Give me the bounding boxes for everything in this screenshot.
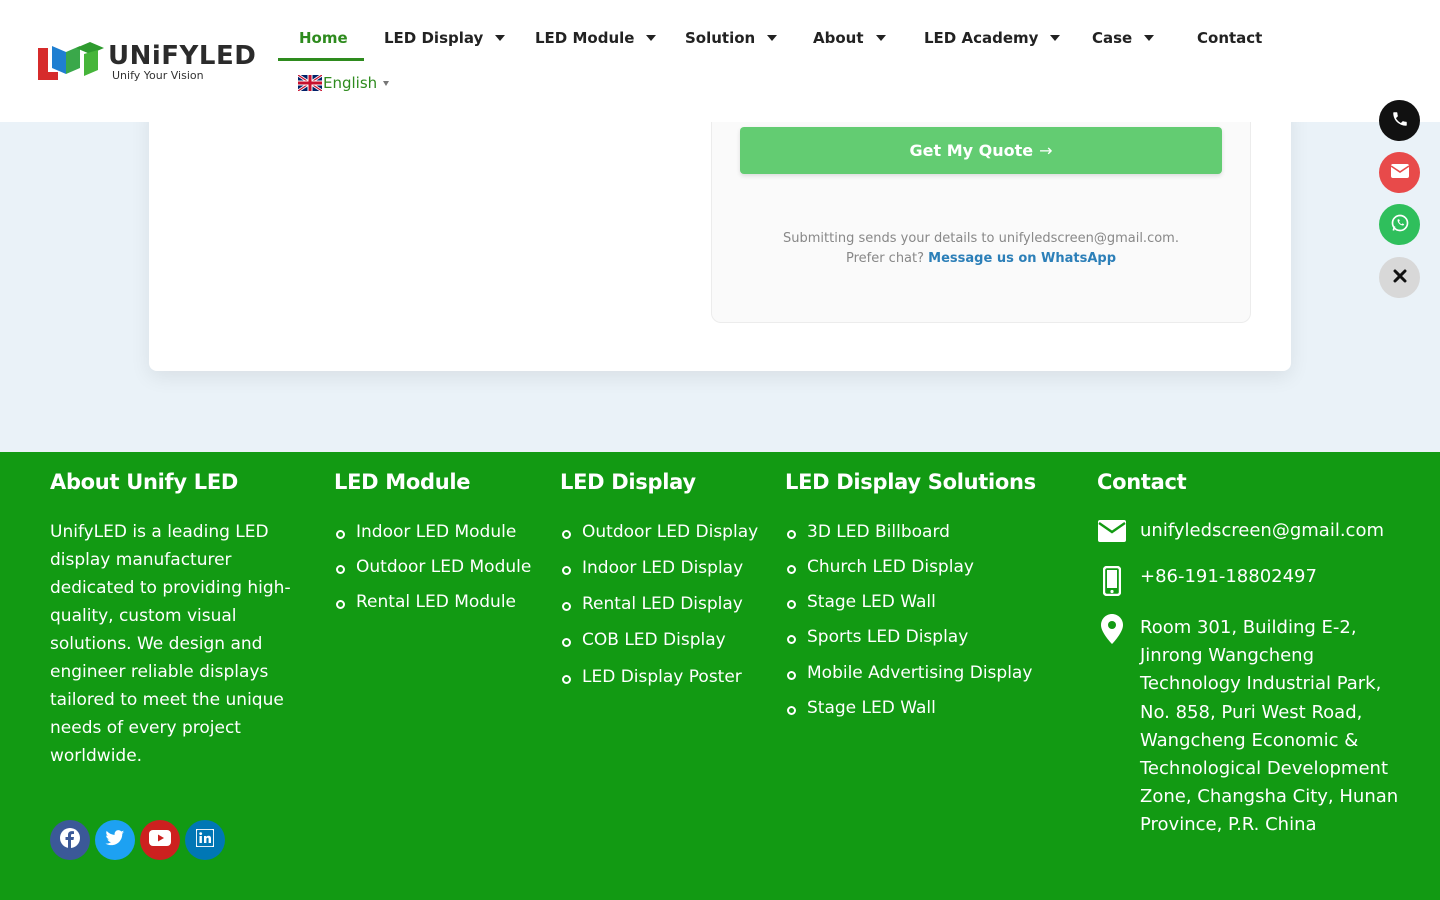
whatsapp-icon [1390,213,1410,237]
get-my-quote-button[interactable]: Get My Quote → [740,127,1222,174]
site-footer: About Unify LED UnifyLED is a leading LE… [0,452,1440,900]
nav-about-label: About [813,29,864,47]
footer-link[interactable]: Indoor LED Display [560,558,743,578]
footer-link[interactable]: Rental LED Display [560,594,743,614]
nav-led-academy-label: LED Academy [924,29,1039,47]
whatsapp-fab[interactable] [1379,204,1420,245]
nav-led-academy[interactable]: LED Academy [924,16,1061,60]
footer-link[interactable]: Outdoor LED Module [334,557,531,577]
close-icon [1393,268,1407,287]
nav-led-module[interactable]: LED Module [535,16,657,60]
nav-case[interactable]: Case [1092,16,1155,60]
caret-down-icon [495,35,506,41]
twitter-link[interactable] [95,820,135,860]
footer-link[interactable]: Indoor LED Module [334,522,516,542]
nav-contact[interactable]: Contact [1197,16,1262,60]
nav-led-display-label: LED Display [384,29,484,47]
nav-home-label: Home [299,29,348,47]
brand-logo[interactable]: UNiFYLED Unify Your Vision [36,42,256,82]
envelope-icon [1097,520,1127,542]
close-fab[interactable] [1379,257,1420,298]
footer-link[interactable]: Church LED Display [785,557,974,577]
footer-about-text: UnifyLED is a leading LED display manufa… [50,522,291,766]
footer-link[interactable]: 3D LED Billboard [785,522,950,542]
logo-mark-icon [36,42,106,82]
chat-note: Prefer chat? Message us on WhatsApp [711,251,1251,266]
site-header: UNiFYLED Unify Your Vision Home LED Disp… [0,0,1440,122]
mobile-phone-icon [1097,566,1127,596]
nav-active-underline [278,58,364,61]
footer-about-title: About Unify LED [50,470,239,494]
form-note: Submitting sends your details to unifyle… [783,231,1179,246]
caret-down-icon [1144,35,1155,41]
footer-link[interactable]: Stage LED Wall [785,698,936,718]
footer-link[interactable]: COB LED Display [560,630,726,650]
email-fab[interactable] [1379,152,1420,193]
chat-note-prefix: Prefer chat? [845,251,925,266]
quote-button-label: Get My Quote [909,141,1034,160]
contact-email-row[interactable]: unifyledscreen@gmail.com [1097,520,1384,542]
nav-led-display[interactable]: LED Display [384,16,506,60]
language-label: English [323,74,378,92]
nav-solution-label: Solution [685,29,756,47]
footer-link[interactable]: Stage LED Wall [785,592,936,612]
footer-link[interactable]: Mobile Advertising Display [785,663,1032,683]
footer-link[interactable]: LED Display Poster [560,667,742,687]
map-pin-icon [1097,614,1127,840]
twitter-icon [105,829,125,851]
facebook-link[interactable] [50,820,90,860]
whatsapp-link[interactable]: Message us on WhatsApp [928,251,1116,266]
caret-down-icon [383,80,390,86]
linkedin-icon [195,828,215,851]
phone-fab[interactable] [1379,100,1420,141]
contact-address-row: Room 301, Building E-2, Jinrong Wangchen… [1097,614,1400,840]
youtube-link[interactable] [140,820,180,860]
phone-icon [1391,110,1409,132]
contact-email: unifyledscreen@gmail.com [1140,520,1384,541]
linkedin-link[interactable] [185,820,225,860]
contact-phone-row[interactable]: +86-191-18802497 [1097,566,1317,596]
envelope-icon [1390,163,1410,183]
caret-down-icon [767,35,778,41]
nav-home[interactable]: Home [299,16,348,60]
footer-module-title: LED Module [334,470,471,494]
footer-solutions-title: LED Display Solutions [785,470,1036,494]
brand-name: UNiFYLED [108,41,257,71]
footer-link[interactable]: Rental LED Module [334,592,516,612]
nav-led-module-label: LED Module [535,29,635,47]
language-selector[interactable]: English [298,74,390,92]
nav-contact-label: Contact [1197,29,1263,47]
facebook-icon [60,828,80,852]
caret-down-icon [875,35,886,41]
footer-contact-title: Contact [1097,470,1187,494]
contact-address: Room 301, Building E-2, Jinrong Wangchen… [1140,617,1399,836]
nav-about[interactable]: About [813,16,886,60]
caret-down-icon [1050,35,1061,41]
nav-case-label: Case [1092,29,1133,47]
youtube-icon [149,830,171,850]
nav-solution[interactable]: Solution [685,16,778,60]
uk-flag-icon [298,75,322,91]
arrow-right-icon: → [1039,141,1053,160]
caret-down-icon [646,35,657,41]
contact-phone: +86-191-18802497 [1140,566,1317,587]
brand-tagline: Unify Your Vision [112,69,204,82]
footer-link[interactable]: Sports LED Display [785,627,968,647]
footer-link[interactable]: Outdoor LED Display [560,522,758,542]
footer-display-title: LED Display [560,470,696,494]
